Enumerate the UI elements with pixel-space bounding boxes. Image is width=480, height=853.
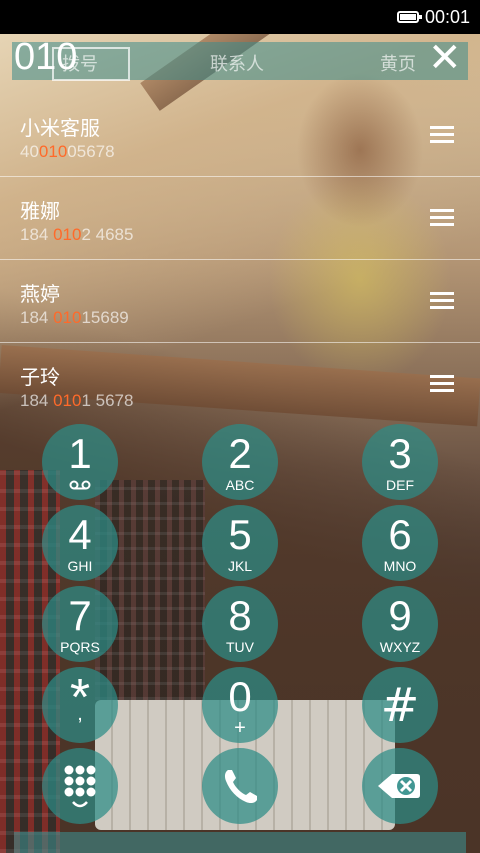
key-9[interactable]: 9 WXYZ <box>362 586 438 662</box>
key-6[interactable]: 6 MNO <box>362 505 438 581</box>
contact-row[interactable]: 燕婷 184 01015689 <box>0 260 480 342</box>
contact-menu-icon[interactable] <box>430 209 454 230</box>
key-0[interactable]: 0 + <box>202 667 278 743</box>
contact-number: 184 01015689 <box>20 308 129 327</box>
tab-bar: 拨号 联系人 黄页 <box>12 42 468 81</box>
dialpad-icon <box>64 765 96 808</box>
contact-name: 子玲 <box>20 365 60 389</box>
contact-name: 雅娜 <box>20 199 60 223</box>
contact-row[interactable]: 小米客服 4001005678 <box>0 94 480 176</box>
contact-row[interactable]: 雅娜 184 0102 4685 <box>0 177 480 259</box>
phone-icon <box>224 770 257 804</box>
status-bar: 00:01 <box>0 0 480 34</box>
contact-menu-icon[interactable] <box>430 292 454 313</box>
contact-name: 燕婷 <box>20 282 60 306</box>
contact-name: 小米客服 <box>20 116 100 140</box>
key-3[interactable]: 3 DEF <box>362 424 438 500</box>
bottom-bar <box>14 832 466 853</box>
key-4[interactable]: 4 GHI <box>42 505 118 581</box>
call-button[interactable] <box>202 748 278 824</box>
key-2[interactable]: 2 ABC <box>202 424 278 500</box>
key-5[interactable]: 5 JKL <box>202 505 278 581</box>
key-1[interactable]: 1 <box>42 424 118 500</box>
voicemail-icon <box>42 478 118 492</box>
key-8[interactable]: 8 TUV <box>202 586 278 662</box>
key-hash[interactable]: # <box>362 667 438 743</box>
key-7[interactable]: 7 PQRS <box>42 586 118 662</box>
contact-number: 184 0102 4685 <box>20 225 134 244</box>
close-icon[interactable]: ✕ <box>428 38 462 78</box>
contact-number: 4001005678 <box>20 142 115 161</box>
status-time: 00:01 <box>424 6 470 27</box>
contact-menu-icon[interactable] <box>430 375 454 396</box>
tab-yellow-pages[interactable]: 黄页 <box>380 50 416 76</box>
key-star[interactable]: *, <box>42 667 118 743</box>
backspace-icon <box>378 774 420 798</box>
delete-button[interactable] <box>362 748 438 824</box>
battery-icon <box>396 11 422 23</box>
tab-contacts[interactable]: 联系人 <box>210 50 264 76</box>
dialed-number: 010 <box>14 36 78 78</box>
dialpad-toggle-button[interactable] <box>42 748 118 824</box>
contact-number: 184 0101 5678 <box>20 391 134 410</box>
contact-menu-icon[interactable] <box>430 126 454 147</box>
contact-row[interactable]: 子玲 184 0101 5678 <box>0 343 480 425</box>
